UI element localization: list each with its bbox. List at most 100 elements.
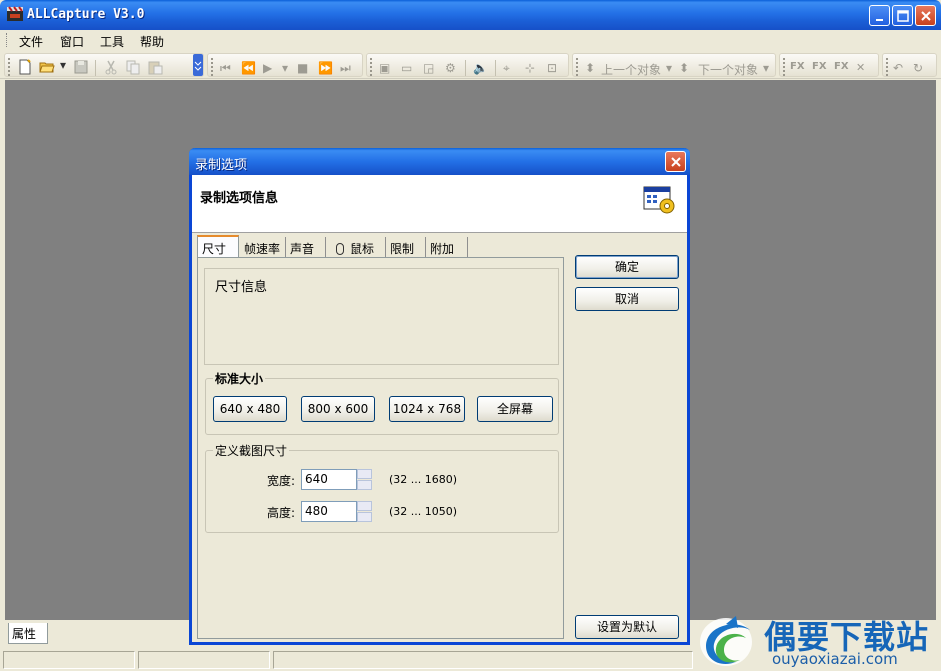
fast-forward-icon: ⏩ [318, 61, 333, 75]
skip-end-icon: ⏭ [340, 61, 351, 75]
toolbar-separator [465, 60, 466, 76]
spin-up-icon[interactable] [357, 501, 372, 511]
cursor-move-icon: ⊹ [525, 61, 536, 75]
open-dropdown-icon[interactable]: ▾ [60, 58, 66, 72]
status-cell [273, 651, 693, 669]
height-field[interactable]: 480 [301, 501, 357, 522]
menu-help[interactable]: 帮助 [140, 33, 164, 50]
menu-bar: 文件 窗口 工具 帮助 [0, 30, 941, 50]
tab-limit[interactable]: 限制 [386, 237, 426, 257]
tab-size[interactable]: 尺寸 [197, 235, 239, 258]
toolbar-grip [886, 58, 889, 76]
fullscreen-button[interactable]: 全屏幕 [477, 396, 553, 422]
next-object-icon: ⬍ [679, 61, 690, 75]
settings-window-icon [643, 186, 675, 214]
zoom-region-icon: ⊡ [547, 61, 558, 75]
chevron-down-icon [194, 61, 202, 71]
ok-button[interactable]: 确定 [575, 255, 679, 279]
tab-extra[interactable]: 附加 [426, 237, 468, 257]
recording-options-dialog: 录制选项 录制选项信息 尺寸 帧速率 声音 鼠标 限制 附加 尺寸信息 标准大小… [189, 148, 690, 645]
status-cell [138, 651, 270, 669]
tab-mouse[interactable]: 鼠标 [326, 237, 386, 257]
cursor-add-icon: ⌖ [503, 61, 510, 75]
close-icon [671, 157, 681, 167]
height-spinner[interactable] [357, 501, 372, 522]
prev-object-dropdown-icon: ▾ [666, 61, 673, 75]
save-icon [74, 60, 88, 74]
callout-icon: ◲ [423, 61, 435, 75]
prev-object-icon: ⬍ [585, 61, 596, 75]
status-cell [3, 651, 135, 669]
standard-size-legend: 标准大小 [213, 370, 266, 387]
paste-icon [148, 61, 163, 75]
toolbar-separator [95, 60, 96, 76]
next-object-dropdown-icon: ▾ [763, 61, 770, 75]
size-1024x768-button[interactable]: 1024 x 768 [389, 396, 465, 422]
maximize-icon [897, 10, 909, 22]
toolbar-separator [495, 60, 496, 76]
dialog-titlebar[interactable]: 录制选项 [189, 148, 690, 175]
play-icon: ▶ [263, 61, 273, 75]
watermark-url: ouyaoxiazai.com [772, 650, 898, 668]
toolbar-grip [8, 58, 11, 76]
height-range: (32 ... 1050) [389, 505, 458, 518]
standard-size-group: 标准大小 640 x 480 800 x 600 1024 x 768 全屏幕 [205, 370, 559, 435]
main-titlebar[interactable]: ALLCapture V3.0 [0, 0, 941, 30]
fx-add-icon: FX [790, 61, 805, 72]
height-label: 高度: [267, 506, 296, 520]
toolbar-grip [370, 58, 373, 76]
minimize-button[interactable] [869, 5, 890, 26]
maximize-button[interactable] [892, 5, 913, 26]
gear-icon: ⚙ [445, 61, 456, 75]
toolbar-file-segment: ▾ [4, 53, 204, 77]
close-button[interactable] [915, 5, 936, 26]
tab-sound[interactable]: 声音 [286, 237, 326, 257]
size-640x480-button[interactable]: 640 x 480 [213, 396, 287, 422]
dialog-title: 录制选项 [195, 158, 248, 173]
size-800x600-button[interactable]: 800 x 600 [301, 396, 375, 422]
toolbar-overflow-chevron[interactable] [193, 54, 203, 76]
clapperboard-icon [7, 6, 23, 21]
fx-edit-icon: FX [812, 61, 827, 72]
toolbar-grip [576, 58, 579, 76]
fx-remove-icon: FX [834, 61, 849, 72]
custom-size-legend: 定义截图尺寸 [213, 442, 290, 459]
spin-up-icon[interactable] [357, 469, 372, 479]
stop-icon: ■ [297, 61, 309, 75]
spin-down-icon[interactable] [357, 512, 372, 522]
menu-tools[interactable]: 工具 [100, 33, 124, 50]
tab-mouse-label: 鼠标 [350, 242, 375, 256]
refresh-icon: ↻ [913, 61, 924, 75]
site-watermark: 偶要下载站 ouyaoxiazai.com [696, 610, 941, 671]
frame-icon: ▭ [401, 61, 413, 75]
cancel-button[interactable]: 取消 [575, 287, 679, 311]
set-default-button[interactable]: 设置为默认 [575, 615, 679, 639]
toolbar-media-segment: ▣ ▭ ◲ ⚙ 🔈 ⌖ ⊹ ⊡ [366, 53, 569, 77]
width-label: 宽度: [267, 474, 296, 488]
dialog-header-title: 录制选项信息 [200, 191, 279, 206]
toolbar-object-segment: ⬍ 上一个对象 ▾ ⬍ 下一个对象 ▾ [572, 53, 776, 77]
minimize-icon [876, 19, 883, 21]
mouse-icon [336, 243, 344, 255]
toolbar-effects-segment: FX FX FX ✕ [779, 53, 879, 77]
spin-down-icon[interactable] [357, 480, 372, 490]
menu-file[interactable]: 文件 [19, 33, 43, 50]
menu-window[interactable]: 窗口 [60, 33, 84, 50]
width-spinner[interactable] [357, 469, 372, 490]
properties-tab[interactable]: 属性 [8, 623, 48, 644]
new-file-icon[interactable] [17, 59, 33, 75]
close-icon [921, 11, 931, 21]
site-logo-icon [700, 616, 752, 666]
next-object-button: 下一个对象 [698, 63, 759, 77]
width-field[interactable]: 640 [301, 469, 357, 490]
cut-icon [105, 60, 117, 75]
tab-framerate[interactable]: 帧速率 [240, 237, 286, 257]
window-title: ALLCapture V3.0 [27, 7, 145, 22]
image-icon: ▣ [379, 61, 391, 75]
rewind-icon: ⏪ [241, 61, 256, 75]
tab-panel-size: 尺寸信息 标准大小 640 x 480 800 x 600 1024 x 768… [197, 257, 564, 639]
dialog-close-button[interactable] [665, 151, 686, 172]
toolbar-playback-segment: ⏮ ⏪ ▶ ▾ ■ ⏩ ⏭ [207, 53, 363, 77]
width-range: (32 ... 1680) [389, 473, 458, 486]
open-folder-icon[interactable] [39, 59, 55, 75]
